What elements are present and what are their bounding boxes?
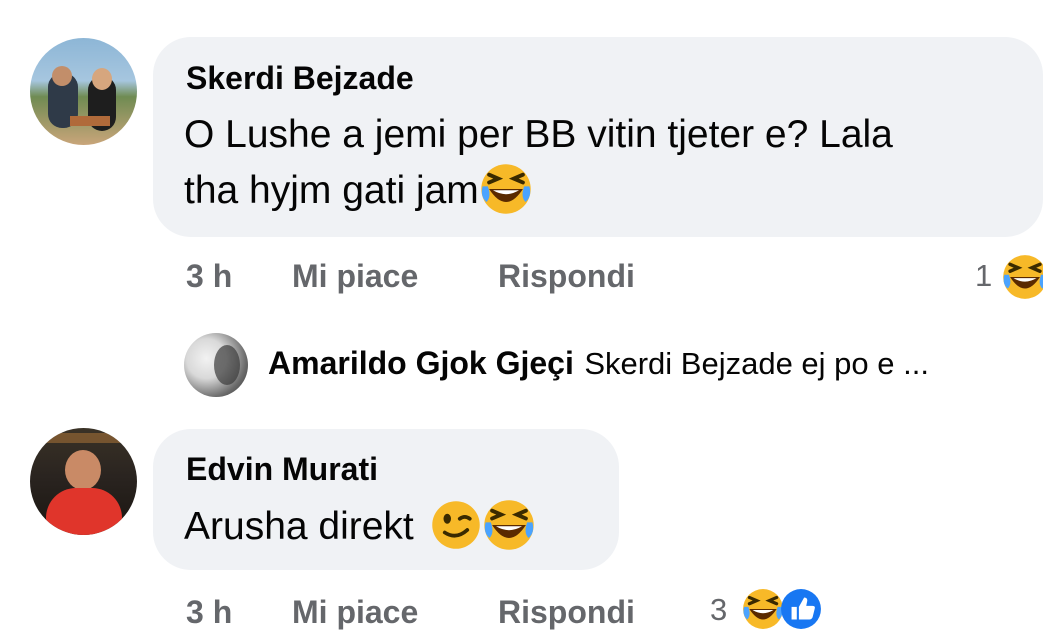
comment-text-line: O Lushe a jemi per BB vitin tjeter e? La… xyxy=(184,113,893,156)
like-button[interactable]: Mi piace xyxy=(292,594,418,631)
winking-emoji-icon xyxy=(431,500,481,550)
reply-author: Amarildo Gjok Gjeçi xyxy=(268,345,574,381)
comment-author[interactable]: Edvin Murati xyxy=(186,451,378,488)
comment-text: O Lushe a jemi per BB vitin tjeter e? La… xyxy=(184,107,893,219)
reply-preview[interactable]: Amarildo Gjok Gjeçi Skerdi Bejzade ej po… xyxy=(268,345,929,382)
comment-text-line-2: tha hyjm gati jam xyxy=(184,169,479,212)
reply-button[interactable]: Rispondi xyxy=(498,594,635,631)
reaction-count: 3 xyxy=(710,592,728,627)
comment-timestamp[interactable]: 3 h xyxy=(186,594,232,631)
comment-text-content: Arusha direkt xyxy=(184,505,414,548)
avatar-skerdi-bejzade[interactable] xyxy=(30,38,137,145)
like-button[interactable]: Mi piace xyxy=(292,258,418,295)
comment-text: Arusha direkt xyxy=(184,499,535,555)
laughing-emoji-icon xyxy=(742,588,784,630)
laughing-emoji-icon xyxy=(1002,254,1043,300)
comment-text-line: tha hyjm gati jam xyxy=(184,163,893,219)
reply-button[interactable]: Rispondi xyxy=(498,258,635,295)
comment-author[interactable]: Skerdi Bejzade xyxy=(186,60,414,97)
reaction-summary[interactable]: 3 xyxy=(710,588,835,631)
laughing-emoji-icon xyxy=(480,163,532,215)
avatar-edvin-murati[interactable] xyxy=(30,428,137,535)
avatar-amarildo-gjok-gjeci[interactable] xyxy=(184,333,248,397)
reply-text: Skerdi Bejzade ej po e ... xyxy=(584,346,929,381)
comment-timestamp[interactable]: 3 h xyxy=(186,258,232,295)
reaction-summary[interactable]: 1 xyxy=(975,252,1043,300)
laughing-emoji-icon xyxy=(483,499,535,551)
reaction-count: 1 xyxy=(975,258,993,293)
like-reaction-icon xyxy=(780,588,822,630)
